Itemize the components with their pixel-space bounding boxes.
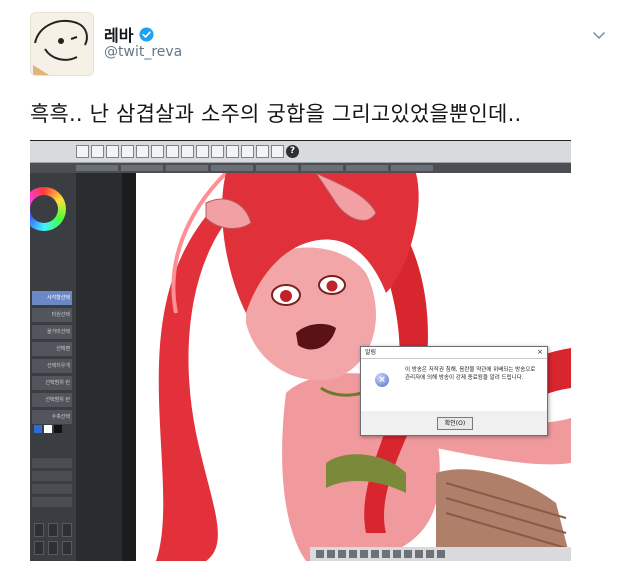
verified-badge-icon — [139, 26, 154, 42]
avatar[interactable] — [30, 12, 94, 76]
document-tab[interactable] — [256, 165, 298, 171]
toolbar-button[interactable] — [271, 145, 284, 158]
document-tab[interactable] — [391, 165, 433, 171]
status-button[interactable] — [415, 550, 423, 558]
brush-preset[interactable] — [48, 541, 58, 555]
tool-item[interactable]: 선택펜 — [32, 342, 72, 356]
status-button[interactable] — [371, 550, 379, 558]
tool-panel: 사각형선택 타원선택 올가미선택 선택펜 선택지우개 선택범위 런 선택범위 런… — [30, 173, 77, 561]
swatch-blue[interactable] — [34, 425, 42, 433]
toolbar-button[interactable] — [166, 145, 179, 158]
status-button[interactable] — [349, 550, 357, 558]
selection-tool-list: 사각형선택 타원선택 올가미선택 선택펜 선택지우개 선택범위 런 선택범위 런… — [32, 291, 72, 427]
brush-preset[interactable] — [62, 523, 72, 537]
status-button[interactable] — [437, 550, 445, 558]
color-swatches — [34, 425, 62, 433]
help-icon[interactable]: ? — [286, 145, 299, 158]
tool-item[interactable]: 선택지우개 — [32, 359, 72, 373]
toolbar-button[interactable] — [91, 145, 104, 158]
ok-button[interactable]: 확인(O) — [437, 417, 473, 430]
document-tab[interactable] — [301, 165, 343, 171]
status-button[interactable] — [426, 550, 434, 558]
brush-preset[interactable] — [48, 523, 58, 537]
layer-row[interactable] — [32, 484, 72, 494]
dialog-message: 이 방송은 저작권 침해, 음란물 약관에 위배되는 방송으로 관리자에 의해 … — [405, 367, 536, 381]
tweet-media-screenshot[interactable]: ? 사각형선택 타원선택 올가미선택 선택펜 선택지우개 선택범위 런 선택범위… — [30, 140, 571, 561]
brush-preset[interactable] — [34, 541, 44, 555]
toolbar-button[interactable] — [211, 145, 224, 158]
status-button[interactable] — [327, 550, 335, 558]
avatar-drawing — [33, 20, 88, 75]
tool-item[interactable]: 올가미선택 — [32, 325, 72, 339]
swatch-white[interactable] — [44, 425, 52, 433]
document-tab[interactable] — [166, 165, 208, 171]
dialog-title: 알림 — [365, 349, 377, 356]
tool-item[interactable]: 타원선택 — [32, 308, 72, 322]
tool-item[interactable]: 사각형선택 — [32, 291, 72, 305]
tool-item[interactable]: 선택범위 런 — [32, 376, 72, 390]
tool-item[interactable]: 선택범위 런 — [32, 393, 72, 407]
tweet-text: 흑흑.. 난 삼겹살과 소주의 궁합을 그리고있었을뿐인데.. — [30, 102, 522, 126]
brush-presets — [34, 523, 72, 555]
status-button[interactable] — [338, 550, 346, 558]
toolbar-button[interactable] — [136, 145, 149, 158]
layer-panel — [32, 458, 72, 510]
document-tab[interactable] — [76, 165, 118, 171]
document-tab[interactable] — [121, 165, 163, 171]
status-button[interactable] — [360, 550, 368, 558]
toolbar-button[interactable] — [151, 145, 164, 158]
toolbar-button[interactable] — [76, 145, 89, 158]
toolbar-button[interactable] — [241, 145, 254, 158]
close-icon[interactable]: × — [537, 347, 543, 358]
user-handle[interactable]: @twit_reva — [104, 44, 182, 60]
document-tab[interactable] — [211, 165, 253, 171]
toolbar-button[interactable] — [196, 145, 209, 158]
layer-row[interactable] — [32, 458, 72, 468]
chevron-down-icon[interactable] — [592, 28, 606, 42]
toolbar-button[interactable] — [181, 145, 194, 158]
status-button[interactable] — [404, 550, 412, 558]
document-tab[interactable] — [346, 165, 388, 171]
document-tabs — [30, 163, 571, 173]
tool-item[interactable]: 수축선택 — [32, 410, 72, 424]
brush-preset[interactable] — [34, 523, 44, 537]
info-icon: × — [375, 373, 389, 387]
toolbar-button[interactable] — [226, 145, 239, 158]
status-button[interactable] — [382, 550, 390, 558]
layer-row[interactable] — [32, 471, 72, 481]
name-row: 레바 — [104, 22, 154, 46]
side-strip — [76, 173, 136, 561]
canvas-status-bar — [310, 547, 571, 561]
toolbar-button[interactable] — [121, 145, 134, 158]
status-button[interactable] — [316, 550, 324, 558]
broadcast-notice-dialog: 알림 × × 이 방송은 저작권 침해, 음란물 약관에 위배되는 방송으로 관… — [360, 346, 548, 436]
display-name[interactable]: 레바 — [104, 22, 133, 46]
brush-preset[interactable] — [62, 541, 72, 555]
dialog-title-bar[interactable]: 알림 × — [361, 347, 547, 359]
dialog-body: × 이 방송은 저작권 침해, 음란물 약관에 위배되는 방송으로 관리자에 의… — [361, 359, 547, 411]
scroll-gutter[interactable] — [122, 173, 136, 561]
app-toolbar: ? — [30, 141, 571, 163]
color-wheel[interactable] — [30, 187, 66, 231]
status-button[interactable] — [393, 550, 401, 558]
toolbar-button[interactable] — [256, 145, 269, 158]
toolbar-button[interactable] — [106, 145, 119, 158]
swatch-black[interactable] — [54, 425, 62, 433]
tweet-header: 레바 @twit_reva — [30, 12, 610, 76]
layer-row[interactable] — [32, 497, 72, 507]
